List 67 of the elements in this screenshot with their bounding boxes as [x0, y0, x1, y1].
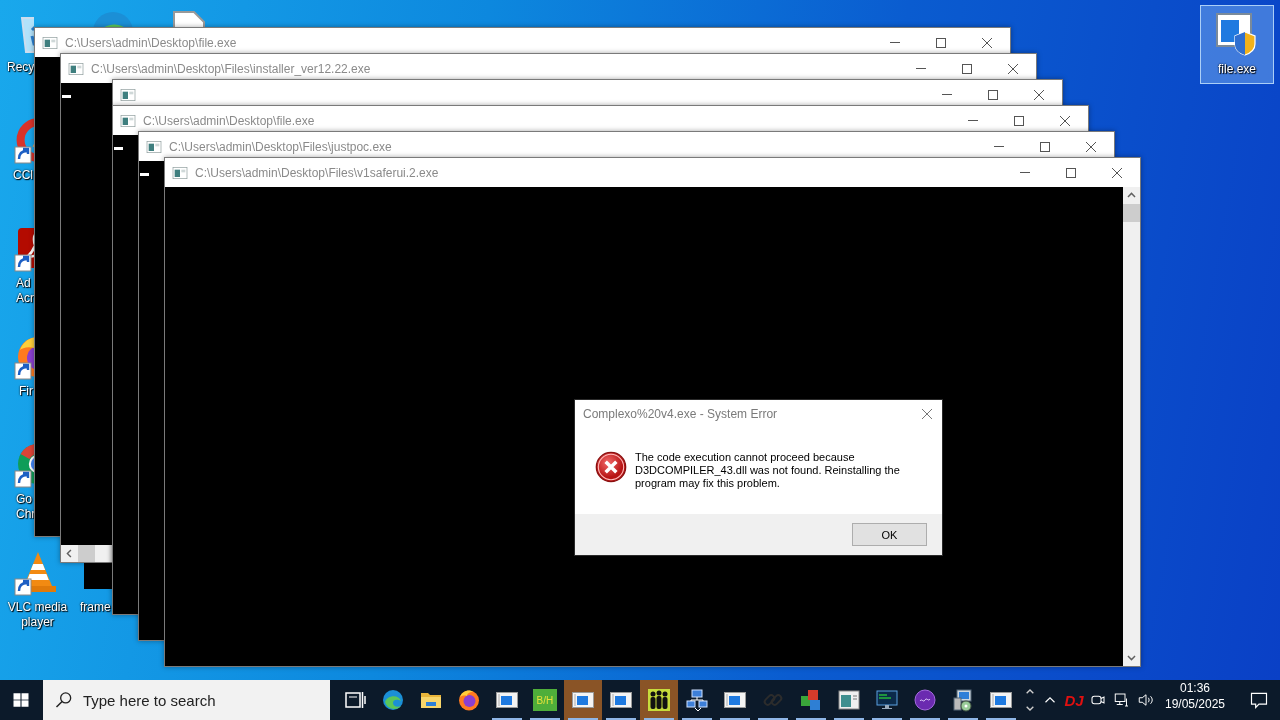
window-title: C:\Users\admin\Desktop\Files\justpoc.exe [169, 139, 393, 154]
icon-label: Fir [19, 384, 33, 399]
window-title: C:\Users\admin\Desktop\Files\v1saferui.2.exe [195, 165, 440, 180]
maximize-icon [988, 89, 998, 100]
window-title: C:\Users\admin\Desktop\file.exe [65, 35, 238, 50]
orb-icon [912, 688, 937, 712]
minimize-icon [890, 42, 900, 43]
browser-icon [380, 688, 405, 712]
icon-label: file.exe [1218, 62, 1256, 77]
icon-label: VLC media player [7, 600, 68, 630]
console-app-icon [68, 60, 84, 77]
search-field[interactable]: Type here to search [42, 680, 330, 720]
volume-icon [1137, 691, 1155, 709]
icon-label: frame [80, 600, 111, 615]
tray-badge[interactable]: DJ [1062, 680, 1086, 720]
taskbar-app-button[interactable] [639, 680, 678, 720]
taskbar-app-button[interactable] [563, 680, 602, 720]
vertical-scrollbar[interactable] [1123, 187, 1140, 666]
minimize-icon [1020, 172, 1030, 173]
minimize-icon [916, 68, 926, 69]
close-icon [1060, 115, 1070, 126]
windows-logo-icon [12, 691, 31, 709]
error-message: The code execution cannot proceed because D3DCOMPILER_43.dll was not found. Reinstalling the program may fix this problem. [635, 451, 901, 490]
console-app-icon [120, 112, 136, 129]
installer-icon [950, 688, 975, 712]
minimize-icon [994, 146, 1004, 147]
clock-date[interactable]: 19/05/2025 [1164, 696, 1226, 712]
console-app-icon [42, 34, 58, 51]
minimize-icon [968, 120, 978, 121]
close-icon [922, 409, 932, 419]
people-icon [646, 688, 671, 712]
search-icon [53, 690, 74, 710]
close-icon [1034, 89, 1044, 100]
window-title: C:\Users\admin\Desktop\file.exe [143, 113, 316, 128]
network-icon [684, 688, 709, 712]
error-icon [595, 451, 627, 483]
maximize-icon [1066, 167, 1076, 178]
close-icon [1086, 141, 1096, 152]
monitor-icon [874, 688, 899, 712]
dialog-title: Complexo%20v4.exe - System Error [583, 407, 779, 421]
browser-icon [456, 688, 481, 712]
maximize-icon [962, 63, 972, 74]
icon-label: Go Chr [16, 492, 36, 522]
close-icon [982, 37, 992, 48]
window-icon [836, 688, 861, 712]
icon-label: Ad Acr [16, 276, 34, 306]
console-app-icon [172, 164, 188, 181]
cubes-icon [798, 688, 823, 712]
close-icon [1112, 167, 1122, 178]
network-icon [1113, 691, 1131, 709]
maximize-icon [1014, 115, 1024, 126]
scrollbar-thumb[interactable] [78, 545, 95, 562]
clock-time[interactable]: 01:36 [1180, 680, 1210, 696]
icon-label: Recy [7, 60, 35, 75]
cleaner-shortcut-icon[interactable] [13, 116, 34, 164]
icon-label: CCl [13, 168, 33, 183]
console-app-icon [120, 86, 136, 103]
ok-button[interactable]: OK [852, 523, 927, 546]
minimize-icon [942, 94, 952, 95]
console-app-icon [146, 138, 162, 155]
notification-icon [1249, 690, 1269, 710]
selected-desktop-icon[interactable]: file.exe [1201, 6, 1273, 83]
window-title: C:\Users\admin\Desktop\Files\installer_ver12.22.exe [91, 61, 372, 76]
maximize-icon [936, 37, 946, 48]
close-icon [1008, 63, 1018, 74]
maximize-icon [1040, 141, 1050, 152]
scrollbar-thumb[interactable] [1123, 204, 1140, 222]
